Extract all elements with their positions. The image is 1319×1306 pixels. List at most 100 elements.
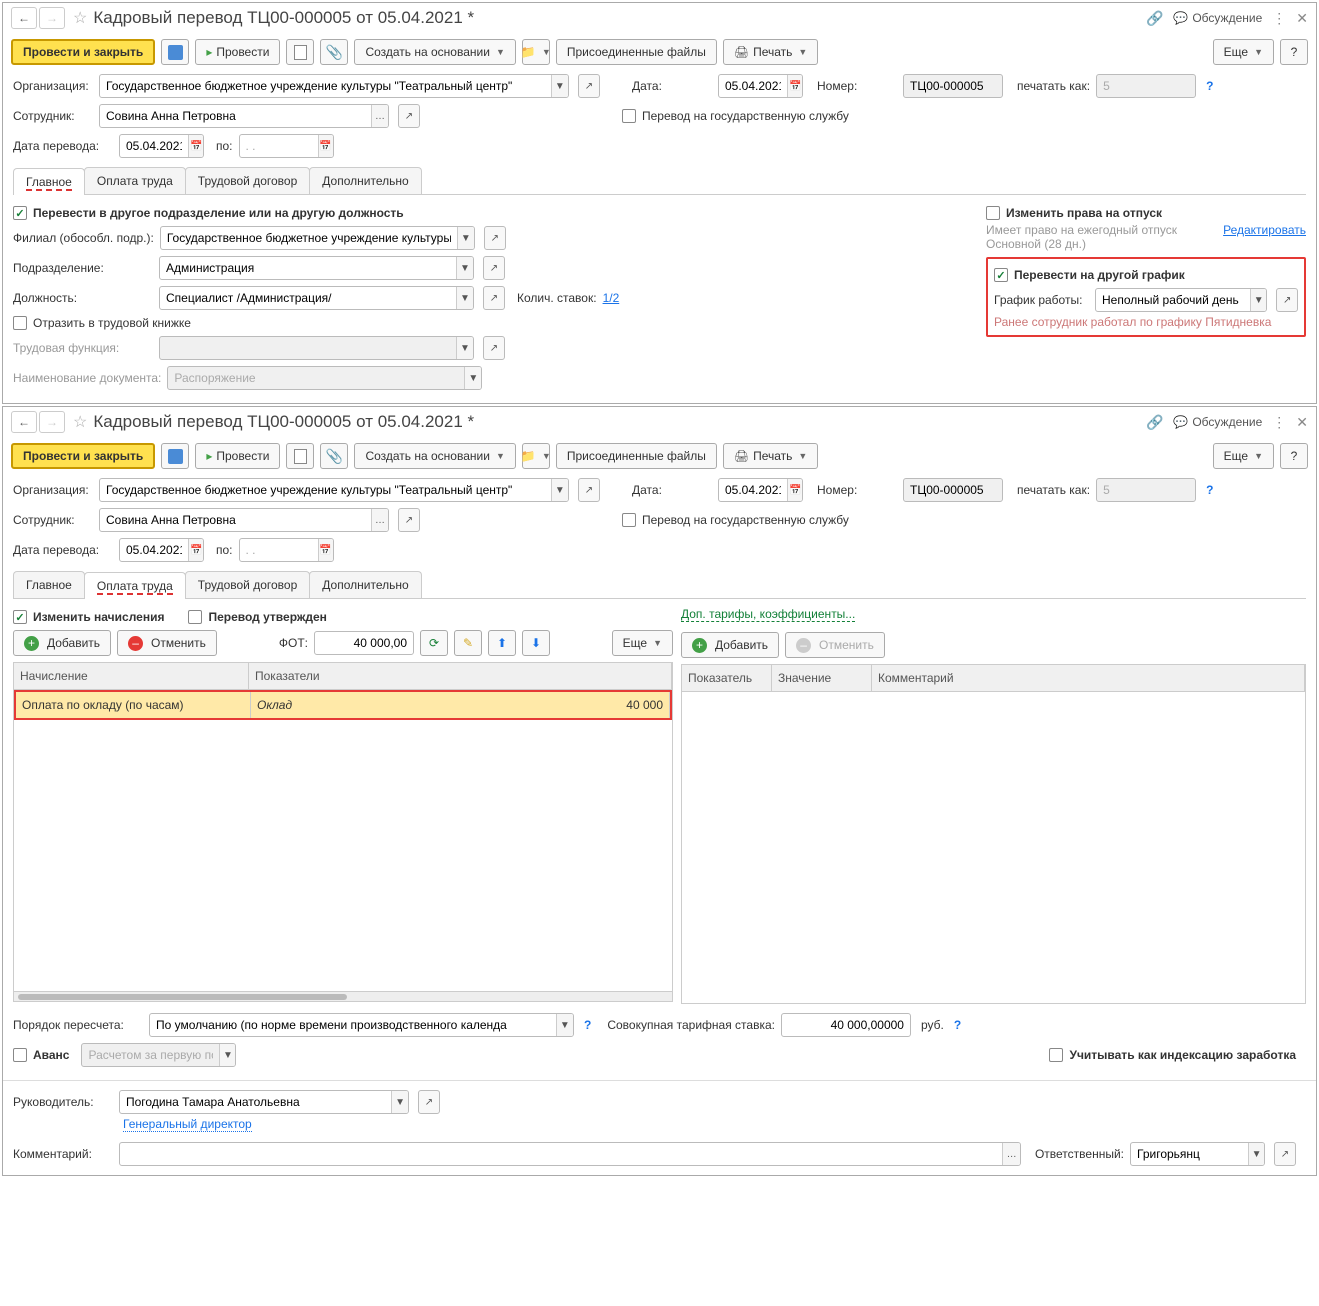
open-ext-button[interactable]: ↗ [578, 478, 600, 502]
dropdown-icon[interactable]: ▼ [551, 75, 568, 97]
print-button[interactable]: 🖨Печать▼ [723, 443, 818, 469]
move-up-button[interactable]: ⬆ [488, 630, 516, 656]
dropdown-icon[interactable]: ▼ [391, 1091, 408, 1113]
dropdown-icon[interactable]: ▼ [556, 1014, 573, 1036]
open-ext-button[interactable]: ↗ [483, 256, 505, 280]
save-button[interactable] [161, 443, 189, 469]
forward-button[interactable]: → [39, 7, 65, 29]
add-tariff-button[interactable]: +Добавить [681, 632, 779, 658]
employee-input[interactable] [100, 509, 371, 531]
add-accrual-button[interactable]: +Добавить [13, 630, 111, 656]
to-date-input[interactable] [240, 135, 318, 157]
ellipsis-icon[interactable]: … [1002, 1143, 1020, 1165]
tab-extra[interactable]: Дополнительно [309, 167, 421, 194]
tab-main[interactable]: Главное [13, 168, 85, 195]
transfer-date-input[interactable] [120, 135, 188, 157]
advance-checkbox[interactable] [13, 1048, 27, 1062]
modify-accruals-checkbox[interactable] [13, 610, 27, 624]
document-button[interactable] [286, 39, 314, 65]
help-button[interactable]: ? [1280, 39, 1308, 65]
calendar-icon[interactable]: 📅 [188, 539, 203, 561]
star-icon[interactable]: ☆ [73, 8, 87, 28]
create-based-button[interactable]: Создать на основании▼ [354, 39, 515, 65]
dropdown-icon[interactable]: ▼ [1250, 289, 1266, 311]
edit-button[interactable]: ✎ [454, 630, 482, 656]
attached-files-button[interactable]: Присоединенные файлы [556, 443, 717, 469]
org-input[interactable] [100, 75, 551, 97]
dropdown-icon[interactable]: ▼ [456, 257, 473, 279]
filial-input[interactable] [161, 227, 457, 249]
help-icon[interactable]: ? [954, 1018, 961, 1032]
calendar-icon[interactable]: 📅 [787, 479, 802, 501]
index-checkbox[interactable] [1049, 1048, 1063, 1062]
dropdown-icon[interactable]: ▼ [464, 367, 481, 389]
more-button[interactable]: Еще▼ [1213, 443, 1274, 469]
workbook-checkbox[interactable] [13, 316, 27, 330]
open-ext-button[interactable]: ↗ [483, 336, 505, 360]
fot-input[interactable] [315, 632, 413, 654]
ellipsis-icon[interactable]: … [371, 509, 388, 531]
open-ext-button[interactable]: ↗ [1274, 1142, 1296, 1166]
attach-button[interactable]: 📎 [320, 39, 348, 65]
discuss-button[interactable]: 💬 Обсуждение [1173, 415, 1262, 429]
tab-main[interactable]: Главное [13, 571, 85, 598]
open-ext-button[interactable]: ↗ [398, 508, 420, 532]
open-ext-button[interactable]: ↗ [483, 286, 505, 310]
cancel-tariff-button[interactable]: –Отменить [785, 632, 885, 658]
head-input[interactable] [120, 1091, 391, 1113]
link-icon[interactable]: 🔗 [1146, 10, 1163, 27]
menu-icon[interactable]: ⋮ [1272, 10, 1286, 27]
menu-icon[interactable]: ⋮ [1272, 414, 1286, 431]
close-icon[interactable]: ✕ [1296, 414, 1308, 431]
more-button[interactable]: Еще▼ [1213, 39, 1274, 65]
dropdown-icon[interactable]: ▼ [551, 479, 568, 501]
tab-extra[interactable]: Дополнительно [309, 571, 421, 598]
position-input[interactable] [160, 287, 456, 309]
help-icon[interactable]: ? [1206, 79, 1213, 93]
dropdown-icon[interactable]: ▼ [1248, 1143, 1264, 1165]
help-icon[interactable]: ? [1206, 483, 1213, 497]
responsible-input[interactable] [1131, 1143, 1248, 1165]
open-ext-button[interactable]: ↗ [578, 74, 600, 98]
ellipsis-icon[interactable]: … [371, 105, 388, 127]
back-button[interactable]: ← [11, 7, 37, 29]
move-down-button[interactable]: ⬇ [522, 630, 550, 656]
help-button[interactable]: ? [1280, 443, 1308, 469]
post-and-close-button[interactable]: Провести и закрыть [11, 443, 155, 469]
date-input[interactable] [719, 479, 787, 501]
post-button[interactable]: ▸Провести [195, 39, 280, 65]
transfer-dept-checkbox[interactable] [13, 206, 27, 220]
date-input[interactable] [719, 75, 787, 97]
org-input[interactable] [100, 479, 551, 501]
close-icon[interactable]: ✕ [1296, 10, 1308, 27]
dept-input[interactable] [160, 257, 456, 279]
calendar-icon[interactable]: 📅 [787, 75, 802, 97]
link-icon[interactable]: 🔗 [1146, 414, 1163, 431]
post-button[interactable]: ▸Провести [195, 443, 280, 469]
horizontal-scrollbar[interactable] [14, 991, 672, 1001]
cancel-accrual-button[interactable]: –Отменить [117, 630, 217, 656]
open-ext-button[interactable]: ↗ [1276, 288, 1298, 312]
extra-tariffs-link[interactable]: Доп. тарифы, коэффициенты... [681, 607, 855, 622]
dropdown-icon[interactable]: ▼ [456, 337, 473, 359]
employee-input[interactable] [100, 105, 371, 127]
tab-pay[interactable]: Оплата труда [84, 167, 186, 194]
discuss-button[interactable]: 💬 Обсуждение [1173, 11, 1262, 25]
post-and-close-button[interactable]: Провести и закрыть [11, 39, 155, 65]
gov-service-checkbox[interactable] [622, 109, 636, 123]
head-position-link[interactable]: Генеральный директор [123, 1117, 252, 1132]
calendar-icon[interactable]: 📅 [318, 539, 333, 561]
open-ext-button[interactable]: ↗ [398, 104, 420, 128]
transfer-date-input[interactable] [120, 539, 188, 561]
schedule-checkbox[interactable] [994, 268, 1008, 282]
to-date-input[interactable] [240, 539, 318, 561]
schedule-input[interactable] [1096, 289, 1250, 311]
star-icon[interactable]: ☆ [73, 412, 87, 432]
comment-input[interactable] [120, 1143, 1002, 1165]
vacation-checkbox[interactable] [986, 206, 1000, 220]
open-ext-button[interactable]: ↗ [418, 1090, 440, 1114]
folder-button[interactable]: 📁▼ [522, 443, 550, 469]
tab-contract[interactable]: Трудовой договор [185, 571, 310, 598]
edit-link[interactable]: Редактировать [1223, 223, 1306, 251]
save-button[interactable] [161, 39, 189, 65]
